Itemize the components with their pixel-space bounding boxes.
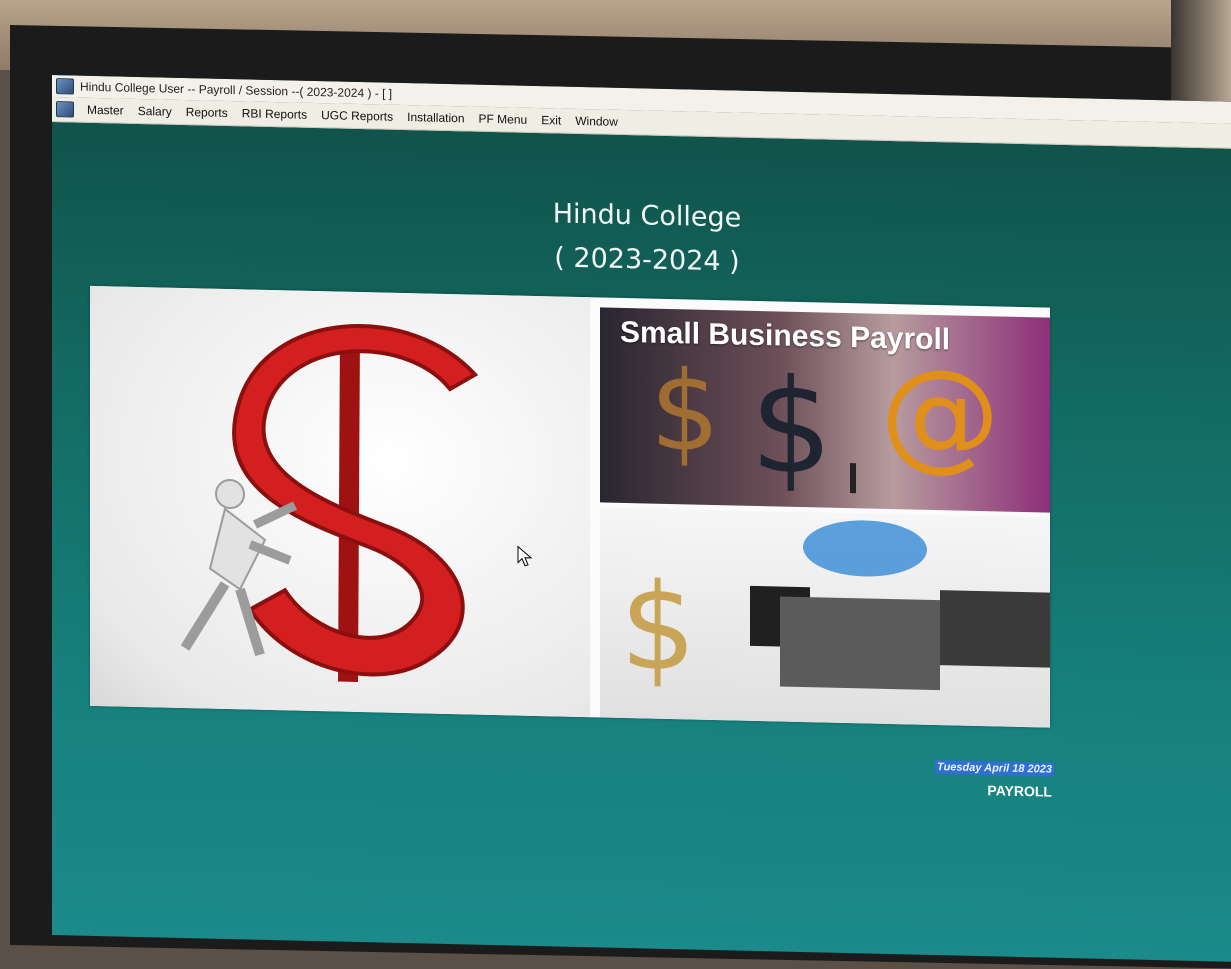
- payroll-banner-image: $ $ @ Small Business Payroll $: [90, 285, 1050, 728]
- menu-master[interactable]: Master: [80, 103, 131, 118]
- document-icon[interactable]: [56, 101, 74, 118]
- module-label: PAYROLL: [987, 782, 1052, 800]
- black-dollar-icon: $: [750, 350, 833, 504]
- stacked-cubes-illustration: $: [620, 520, 1050, 699]
- app-icon: [56, 78, 74, 95]
- businessman-figure-icon: [850, 463, 856, 494]
- banner-bottom-right-panel: $: [600, 507, 1050, 728]
- banner-left-panel: [90, 285, 590, 718]
- menu-installation[interactable]: Installation: [400, 110, 471, 126]
- mouse-cursor-icon: [517, 545, 533, 567]
- red-dollar-icon: [232, 324, 479, 682]
- blue-globe-icon: [803, 520, 927, 577]
- at-sign-icon: @: [880, 344, 1000, 486]
- app-window: Hindu College User -- Payroll / Session …: [52, 75, 1231, 963]
- menu-reports[interactable]: Reports: [179, 105, 235, 120]
- dark-cube-icon: [940, 590, 1050, 668]
- gold-dollar-icon-2: $: [620, 558, 696, 699]
- menu-pf-menu[interactable]: PF Menu: [472, 112, 535, 127]
- menu-exit[interactable]: Exit: [534, 113, 568, 128]
- gold-dollar-icon: $: [650, 347, 720, 477]
- menu-window[interactable]: Window: [568, 114, 625, 129]
- menu-rbi-reports[interactable]: RBI Reports: [235, 106, 314, 122]
- menu-ugc-reports[interactable]: UGC Reports: [314, 108, 400, 124]
- dollar-sculpture-illustration: [180, 324, 479, 682]
- current-date: Tuesday April 18 2023: [935, 760, 1054, 777]
- gray-cube-icon: [780, 596, 940, 691]
- menu-salary[interactable]: Salary: [131, 104, 179, 119]
